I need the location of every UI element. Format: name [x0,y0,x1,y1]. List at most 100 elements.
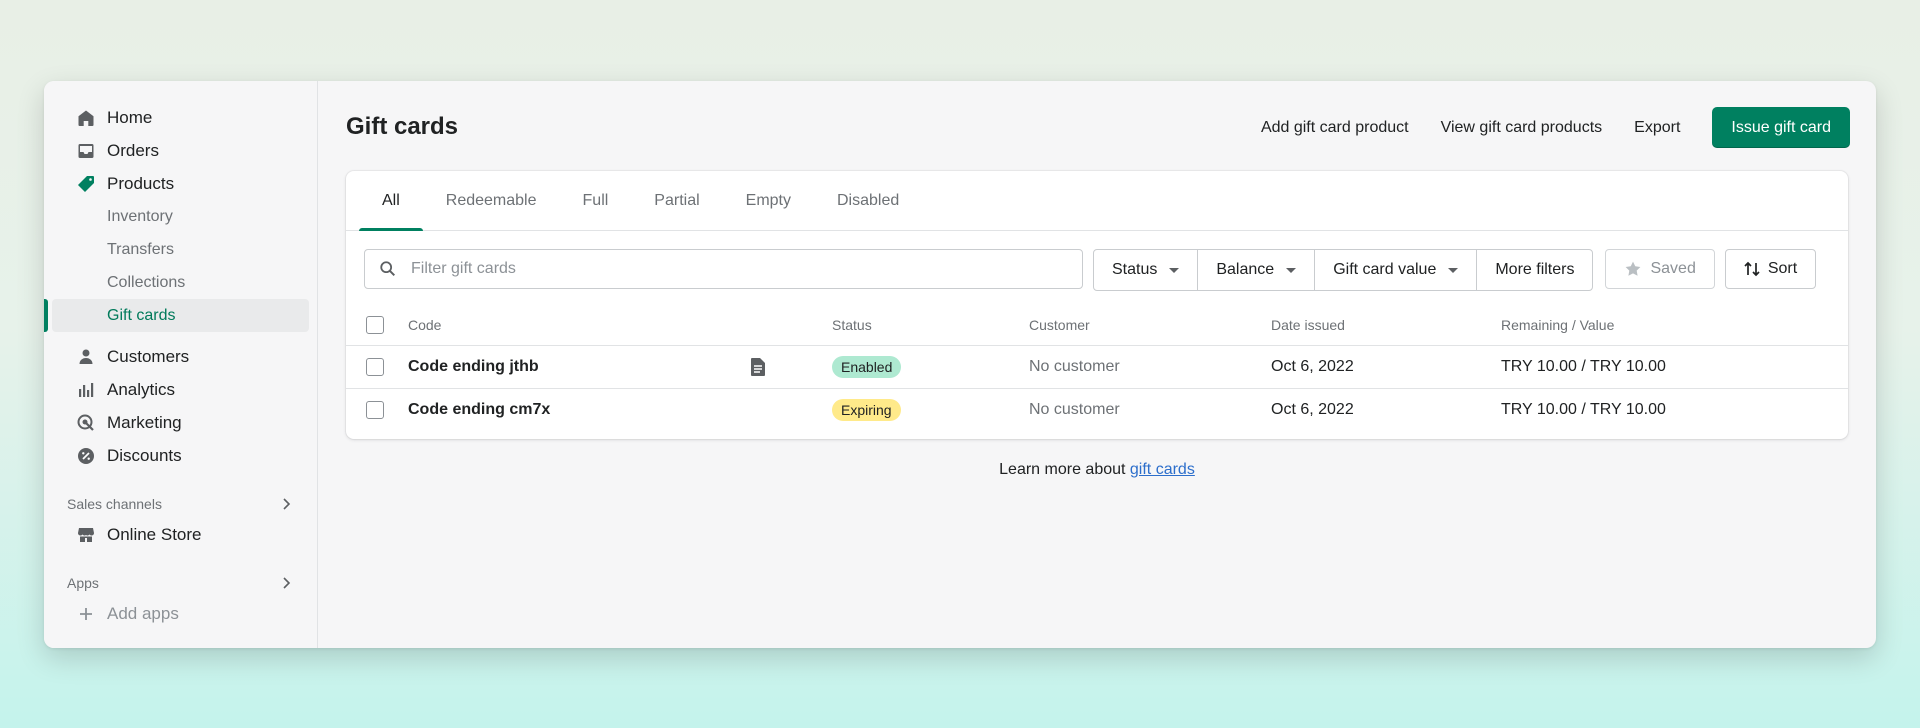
app-window: Home Orders Products Inventory Transfers… [44,81,1876,648]
table-row[interactable]: Code ending cm7x Expiring No customer Oc… [346,389,1848,431]
gift-cards-table: Code Status Customer Date issued Remaini… [346,305,1848,431]
row-checkbox[interactable] [366,358,384,376]
star-icon [1626,261,1641,276]
issue-gift-card-button[interactable]: Issue gift card [1712,107,1850,148]
tabs: All Redeemable Full Partial Empty Disabl… [346,171,1848,231]
saved-button[interactable]: Saved [1605,249,1715,289]
bar-chart-icon [76,380,96,400]
learn-more-label: Learn more about [999,461,1130,478]
table-header-row: Code Status Customer Date issued Remaini… [346,305,1848,346]
status-filter-label: Status [1112,261,1158,278]
column-header-date-issued[interactable]: Date issued [1271,317,1345,333]
sidebar-item-collections[interactable]: Collections [52,266,309,299]
target-icon [76,413,96,433]
tab-partial[interactable]: Partial [631,171,722,230]
filter-button-group: Status Balance Gift card value More filt… [1093,249,1594,291]
status-cell: Enabled [832,356,902,378]
gift-card-value-filter-button[interactable]: Gift card value [1315,250,1478,290]
sidebar-item-transfers[interactable]: Transfers [52,233,309,266]
status-cell: Expiring [832,399,901,421]
sidebar-item-label: Analytics [107,379,176,399]
note-icon[interactable] [749,357,767,377]
tag-icon [76,174,96,194]
caret-down-icon [1448,267,1459,273]
search-box [364,249,1083,289]
chevron-right-icon [283,577,291,589]
learn-more-text: Learn more about gift cards [318,461,1876,479]
date-issued-cell: Oct 6, 2022 [1271,358,1354,375]
balance-filter-label: Balance [1216,261,1275,278]
sort-icon [1744,261,1760,277]
sidebar-item-label: Online Store [107,524,202,544]
inbox-icon [76,141,96,161]
filter-bar: Status Balance Gift card value More filt… [364,249,1830,291]
column-header-code[interactable]: Code [408,317,441,333]
discount-icon [76,446,96,466]
person-icon [76,347,96,367]
sidebar-item-label: Marketing [107,412,182,432]
sidebar-item-home[interactable]: Home [52,101,309,134]
saved-label: Saved [1650,260,1696,277]
caret-down-icon [1286,267,1297,273]
status-badge: Enabled [832,356,902,378]
sort-label: Sort [1767,260,1798,277]
customer-cell: No customer [1029,358,1120,375]
sidebar-item-online-store[interactable]: Online Store [52,518,309,551]
column-header-remaining-value[interactable]: Remaining / Value [1501,317,1614,333]
tab-empty[interactable]: Empty [723,171,814,230]
sales-channels-header[interactable]: Sales channels [52,490,309,518]
store-icon [76,525,96,545]
row-checkbox[interactable] [366,401,384,419]
sidebar-item-label: Orders [107,140,159,160]
gift-card-code[interactable]: Code ending cm7x [408,401,550,419]
sidebar-item-marketing[interactable]: Marketing [52,406,309,439]
apps-label: Apps [67,575,99,591]
sidebar-item-add-apps[interactable]: Add apps [52,597,309,630]
status-badge: Expiring [832,399,901,421]
sidebar-item-label: Discounts [107,445,182,465]
remaining-value-cell: TRY 10.00 / TRY 10.00 [1501,358,1666,375]
apps-header[interactable]: Apps [52,569,309,597]
balance-filter-button[interactable]: Balance [1198,250,1316,290]
sidebar-item-label: Home [107,107,153,127]
search-input[interactable] [409,259,1082,279]
tab-full[interactable]: Full [560,171,632,230]
gift-card-code[interactable]: Code ending jthb [408,358,539,376]
sort-button[interactable]: Sort [1724,249,1817,289]
value-filter-label: Gift card value [1333,261,1437,278]
date-issued-cell: Oct 6, 2022 [1271,401,1354,418]
home-icon [76,108,96,128]
sidebar: Home Orders Products Inventory Transfers… [44,81,318,648]
sidebar-item-analytics[interactable]: Analytics [52,373,309,406]
column-header-customer[interactable]: Customer [1029,317,1090,333]
customer-cell: No customer [1029,401,1120,418]
chevron-right-icon [283,498,291,510]
more-filters-button[interactable]: More filters [1477,250,1592,290]
view-gift-card-products-button[interactable]: View gift card products [1425,111,1619,145]
sidebar-item-orders[interactable]: Orders [52,134,309,167]
sidebar-item-inventory[interactable]: Inventory [52,200,309,233]
gift-cards-help-link[interactable]: gift cards [1130,461,1195,478]
sales-channels-label: Sales channels [67,496,162,512]
tab-redeemable[interactable]: Redeemable [423,171,560,230]
sidebar-item-products[interactable]: Products [52,167,309,200]
select-all-checkbox[interactable] [366,316,384,334]
sidebar-item-customers[interactable]: Customers [52,340,309,373]
search-icon [380,261,396,277]
gift-cards-card: All Redeemable Full Partial Empty Disabl… [346,171,1848,439]
column-header-status[interactable]: Status [832,317,872,333]
sidebar-item-gift-cards[interactable]: Gift cards [52,299,309,332]
table-row[interactable]: Code ending jthb Enabled No customer Oct… [346,346,1848,389]
sidebar-item-label: Customers [107,346,190,366]
tab-disabled[interactable]: Disabled [814,171,922,230]
remaining-value-cell: TRY 10.00 / TRY 10.00 [1501,401,1666,418]
tab-all[interactable]: All [359,171,423,231]
sidebar-item-discounts[interactable]: Discounts [52,439,309,472]
plus-icon [76,604,96,624]
export-button[interactable]: Export [1618,111,1696,145]
add-gift-card-product-button[interactable]: Add gift card product [1245,111,1425,145]
status-filter-button[interactable]: Status [1094,250,1199,290]
header-actions: Add gift card product View gift card pro… [1245,107,1850,148]
caret-down-icon [1169,267,1180,273]
main-content: Gift cards Add gift card product View gi… [318,81,1876,648]
